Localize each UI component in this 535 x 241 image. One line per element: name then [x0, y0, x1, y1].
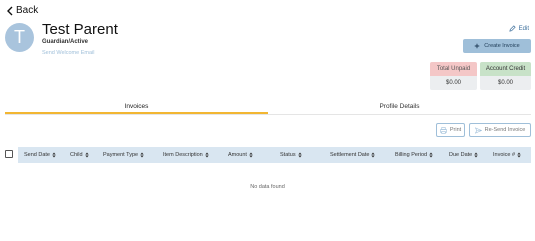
account-credit-card: Account Credit $0.00 — [480, 62, 531, 90]
edit-button[interactable]: Edit — [509, 25, 529, 32]
chevron-left-icon — [7, 6, 13, 15]
column-header-label: Child — [70, 152, 83, 158]
column-header-payment-type[interactable]: Payment Type — [103, 147, 144, 163]
create-invoice-label: Create Invoice — [484, 43, 520, 49]
column-header-label: Payment Type — [103, 152, 139, 158]
send-icon — [474, 126, 482, 134]
sort-icon — [517, 152, 521, 158]
empty-state: No data found — [250, 184, 285, 190]
column-header-label: Send Date — [24, 152, 50, 158]
sort-icon — [249, 152, 253, 158]
edit-label: Edit — [518, 25, 529, 32]
resend-label: Re-Send Invoice — [484, 127, 526, 133]
create-invoice-button[interactable]: Create Invoice — [463, 39, 531, 53]
total-unpaid-value: $0.00 — [430, 76, 477, 90]
column-header-child[interactable]: Child — [70, 147, 89, 163]
column-header-label: Settlement Date — [330, 152, 370, 158]
sort-icon — [297, 152, 302, 158]
column-header-invoice[interactable]: Invoice # — [493, 147, 521, 163]
tab-profile-details[interactable]: Profile Details — [268, 101, 531, 114]
select-all-checkbox[interactable] — [5, 150, 13, 158]
sort-icon — [371, 152, 376, 158]
total-unpaid-label: Total Unpaid — [430, 62, 477, 76]
account-credit-label: Account Credit — [480, 62, 531, 76]
print-button[interactable]: Print — [436, 123, 465, 137]
send-welcome-email-link[interactable]: Send Welcome Email — [42, 50, 94, 56]
column-header-item-description[interactable]: Item Description — [163, 147, 209, 163]
account-credit-value: $0.00 — [480, 76, 531, 90]
column-header-label: Due Date — [449, 152, 473, 158]
column-header-settlement-date[interactable]: Settlement Date — [330, 147, 376, 163]
tab-invoices[interactable]: Invoices — [5, 101, 268, 114]
column-header-send-date[interactable]: Send Date — [24, 147, 56, 163]
column-header-label: Status — [280, 152, 296, 158]
column-header-label: Invoice # — [493, 152, 516, 158]
print-label: Print — [449, 127, 462, 133]
sort-icon — [140, 152, 144, 158]
printer-icon — [439, 126, 447, 134]
avatar: T — [5, 23, 34, 52]
table-header: Send Date Child Payment Type Item Descripti… — [18, 147, 531, 163]
column-header-billing-period[interactable]: Billing Period — [395, 147, 433, 163]
plus-icon — [475, 43, 480, 49]
column-header-amount[interactable]: Amount — [228, 147, 253, 163]
sort-icon — [429, 152, 433, 158]
column-header-label: Amount — [228, 152, 247, 158]
pencil-icon — [509, 25, 516, 32]
tab-bar: Invoices Profile Details — [5, 101, 531, 115]
profile-name: Test Parent — [42, 21, 118, 38]
sort-icon — [474, 152, 478, 158]
sort-icon — [52, 152, 56, 158]
column-header-due-date[interactable]: Due Date — [449, 147, 478, 163]
sort-icon — [84, 152, 89, 158]
back-button[interactable]: Back — [6, 5, 38, 16]
resend-invoice-button[interactable]: Re-Send Invoice — [469, 123, 531, 137]
sort-icon — [205, 152, 209, 158]
column-header-label: Billing Period — [395, 152, 428, 158]
total-unpaid-card: Total Unpaid $0.00 — [430, 62, 477, 90]
back-label: Back — [16, 5, 39, 16]
column-header-label: Item Description — [163, 152, 203, 158]
profile-role: Guardian/Active — [42, 39, 89, 45]
column-header-status[interactable]: Status — [280, 147, 302, 163]
